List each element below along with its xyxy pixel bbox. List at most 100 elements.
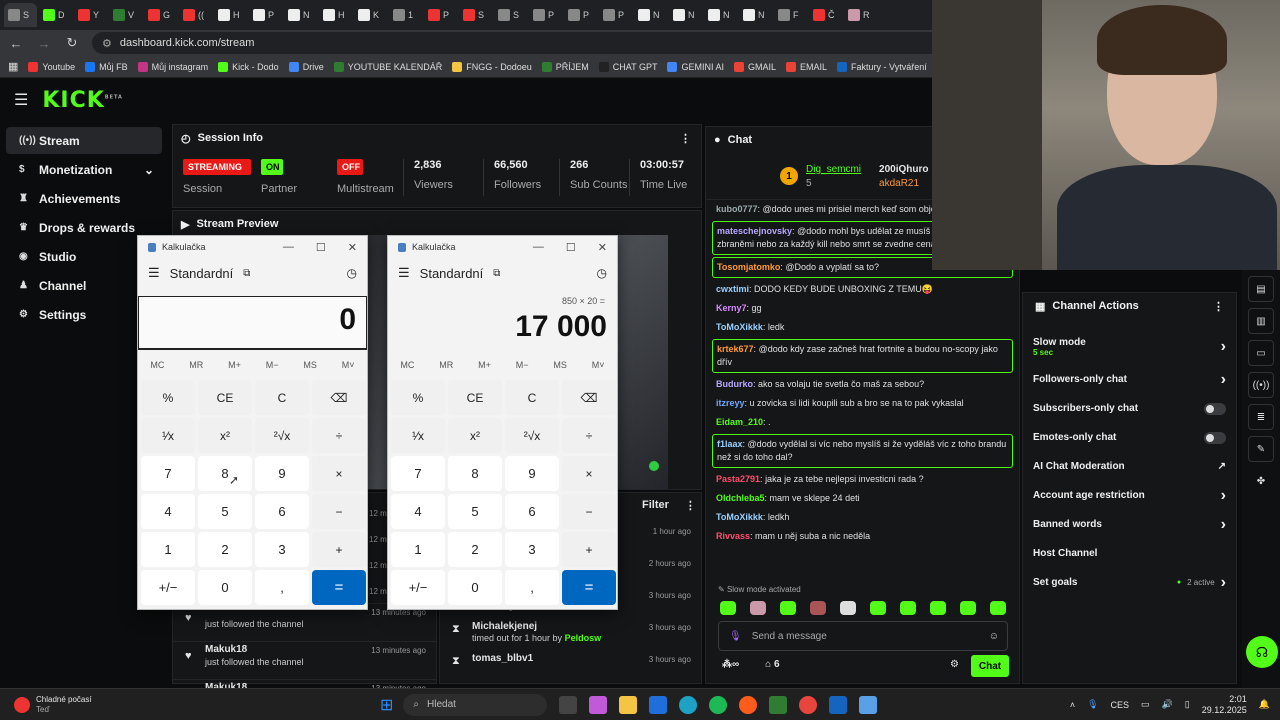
calc-key[interactable]: 6 xyxy=(505,494,559,529)
memory-button[interactable]: M− xyxy=(266,360,279,370)
calc-key[interactable]: ²√x xyxy=(505,418,559,453)
battery-icon[interactable]: ▯ xyxy=(1185,699,1190,710)
outlook-icon[interactable] xyxy=(649,695,668,714)
calc-key[interactable]: ¹⁄x xyxy=(391,418,445,453)
memory-button[interactable]: M− xyxy=(516,360,529,370)
filter-control[interactable]: Filter ⋮ xyxy=(642,499,696,512)
calc-key[interactable]: C xyxy=(255,380,309,415)
url-field[interactable]: ⚙ dashboard.kick.com/stream xyxy=(92,32,952,54)
chat-username[interactable]: Rivvass xyxy=(716,531,750,541)
kick-logo[interactable]: KICKBETA xyxy=(42,88,123,113)
notepad-icon[interactable] xyxy=(829,695,848,714)
calc-key[interactable]: 1 xyxy=(141,532,195,567)
minimize-icon[interactable]: — xyxy=(283,241,294,254)
gifter-name[interactable]: akdaR21 xyxy=(879,178,928,189)
chat-username[interactable]: Budurko xyxy=(716,379,753,389)
calc-key[interactable]: ⌫ xyxy=(312,380,366,415)
more-icon[interactable]: ⋮ xyxy=(685,499,696,512)
calc-key[interactable]: 2 xyxy=(198,532,252,567)
calculator-taskbar-icon[interactable] xyxy=(859,695,878,714)
channel-action-item[interactable]: Slow mode 5 sec › xyxy=(1023,329,1236,365)
chat-message[interactable]: Pasta2791: jaka je za tebe nejlepsi inve… xyxy=(706,470,1019,489)
channel-action-item[interactable]: Banned words › xyxy=(1023,510,1236,539)
browser-tab[interactable]: F xyxy=(774,3,807,27)
calc-key[interactable]: 6 xyxy=(255,494,309,529)
chrome-icon[interactable] xyxy=(799,695,818,714)
tray-chevron-icon[interactable]: ˄ xyxy=(1070,700,1075,710)
history-icon[interactable]: ◷ xyxy=(347,266,367,280)
browser-tab[interactable]: Y xyxy=(74,3,107,27)
apps-icon[interactable]: ▦ xyxy=(8,60,18,73)
more-icon[interactable]: ⋮ xyxy=(680,132,701,145)
edge-icon[interactable] xyxy=(679,695,698,714)
chevron-down-icon[interactable]: ⌄ xyxy=(144,163,154,177)
toggle-switch[interactable] xyxy=(1204,431,1226,444)
keep-on-top-icon[interactable]: ⧉ xyxy=(243,268,250,279)
calc-key[interactable]: 9 xyxy=(505,456,559,491)
chat-input[interactable]: 🎙 Send a message ☺ xyxy=(718,621,1008,651)
browser-tab[interactable]: S xyxy=(494,3,527,27)
browser-tab[interactable]: S xyxy=(4,3,37,27)
calc-key[interactable]: CE xyxy=(198,380,252,415)
calc-key[interactable]: + xyxy=(562,532,616,567)
infinity-icon[interactable]: ⁂∞ xyxy=(722,659,739,670)
browser-tab[interactable]: N xyxy=(704,3,737,27)
bookmark-item[interactable]: Můj instagram xyxy=(137,61,208,72)
gifter-name[interactable]: 200iQhuro xyxy=(879,164,928,175)
browser-tab[interactable]: P xyxy=(424,3,457,27)
forward-icon[interactable]: → xyxy=(36,36,52,51)
chat-username[interactable]: cwxtimi xyxy=(716,284,749,294)
sidebar-item-stream[interactable]: ((•)) Stream xyxy=(6,127,162,154)
browser-tab[interactable]: P xyxy=(529,3,562,27)
menu-icon[interactable]: ☰ xyxy=(14,90,28,110)
calc-key[interactable]: x² xyxy=(448,418,502,453)
calc-key[interactable]: 4 xyxy=(391,494,445,529)
keep-on-top-icon[interactable]: ⧉ xyxy=(493,268,500,279)
calc-key[interactable]: 7 xyxy=(391,456,445,491)
emote-icon[interactable] xyxy=(870,601,886,615)
calc-key[interactable]: ²√x xyxy=(255,418,309,453)
calc-key[interactable]: 0 xyxy=(448,570,502,605)
chevron-right-icon[interactable]: › xyxy=(1221,487,1226,505)
browser-tab[interactable]: R xyxy=(844,3,877,27)
calc-key[interactable]: 8 xyxy=(198,456,252,491)
calc-key[interactable]: ÷ xyxy=(312,418,366,453)
calc-key[interactable]: − xyxy=(562,494,616,529)
browser-tab[interactable]: N xyxy=(634,3,667,27)
chat-username[interactable]: kubo0777 xyxy=(716,204,758,214)
weather-widget[interactable]: Chladné počasí Teď xyxy=(0,695,380,715)
emote-icon[interactable] xyxy=(840,601,856,615)
wrench-icon[interactable]: ✎ xyxy=(1248,436,1274,462)
chat-message[interactable]: Eidam_210: . xyxy=(706,413,1019,432)
clock[interactable]: 2:01 29.12.2025 xyxy=(1202,694,1247,716)
bookmark-item[interactable]: FNGG - Dodoeu xyxy=(452,61,532,72)
moderator-name[interactable]: Peldosw xyxy=(565,633,602,643)
memory-button[interactable]: M+ xyxy=(228,360,241,370)
chat-username[interactable]: f1laax xyxy=(717,439,743,449)
browser-tab[interactable]: H xyxy=(319,3,352,27)
calc-key[interactable]: 2 xyxy=(448,532,502,567)
emote-icon[interactable] xyxy=(900,601,916,615)
chat-username[interactable]: Tosomjatomko xyxy=(717,262,780,272)
browser-tab[interactable]: S xyxy=(459,3,492,27)
chat-message[interactable]: Oldchleba5: mam ve sklepe 24 deti xyxy=(706,489,1019,508)
chevron-right-icon[interactable]: › xyxy=(1221,516,1226,534)
calc-key[interactable]: 5 xyxy=(448,494,502,529)
chat-message[interactable]: Budurko: ako sa volaju tie svetla čo maš… xyxy=(706,375,1019,394)
memory-button[interactable]: M˅ xyxy=(342,360,355,370)
calc-key[interactable]: × xyxy=(562,456,616,491)
channel-action-item[interactable]: Subscribers-only chat xyxy=(1023,394,1236,423)
chat-settings-icon[interactable]: ⚙ xyxy=(950,659,959,670)
bookmark-item[interactable]: Faktury - Vytváření xyxy=(837,61,927,72)
browser-tab[interactable]: D xyxy=(39,3,72,27)
browser-tab[interactable]: G xyxy=(144,3,177,27)
maximize-icon[interactable]: ☐ xyxy=(316,241,326,254)
spotify-icon[interactable] xyxy=(709,695,728,714)
bookmark-item[interactable]: PŘÍJEM xyxy=(541,61,589,72)
calc-key[interactable]: +/− xyxy=(141,570,195,605)
emote-icon[interactable] xyxy=(750,601,766,615)
chat-username[interactable]: Eidam_210 xyxy=(716,417,763,427)
bookmark-item[interactable]: Drive xyxy=(288,61,324,72)
back-icon[interactable]: ← xyxy=(8,36,24,51)
gift-icon[interactable]: ⌂ xyxy=(765,659,771,670)
